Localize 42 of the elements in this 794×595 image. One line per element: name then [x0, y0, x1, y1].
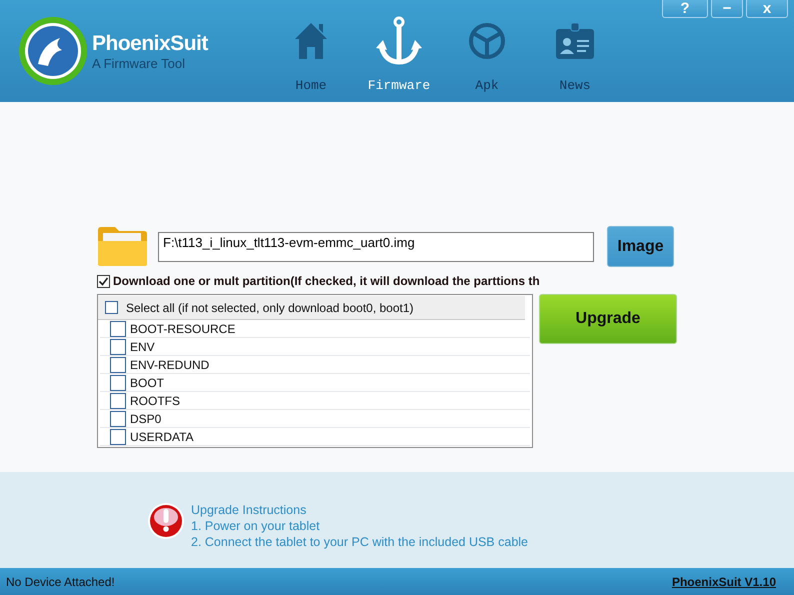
version-link[interactable]: PhoenixSuit V1.10 — [672, 574, 776, 588]
upgrade-button[interactable]: Upgrade — [539, 294, 677, 344]
instruction-step: 1. Power on your tablet — [191, 518, 528, 534]
checkbox[interactable] — [110, 392, 126, 408]
instructions-title: Upgrade Instructions — [191, 502, 308, 518]
partition-name: ENV-REDUND — [130, 358, 210, 372]
close-button[interactable]: x — [746, 0, 788, 18]
checkbox-label: Download one or mult partition(If checked, it will download the parttions th — [113, 274, 540, 288]
help-button[interactable]: ? — [662, 0, 708, 18]
checkbox[interactable] — [110, 428, 126, 444]
checkbox[interactable] — [110, 320, 126, 336]
select-all-label: Select all (if not selected, only download boot0, boot1) — [126, 300, 414, 314]
nav-tab[interactable]: Firmware — [356, 0, 442, 102]
circle-icon — [468, 22, 506, 60]
nav-tab[interactable]: Home — [268, 0, 354, 102]
instruction-step: 2. Connect the tablet to your PC with the included USB cable — [191, 534, 528, 550]
minimize-button[interactable]: − — [711, 0, 743, 18]
checkbox[interactable] — [110, 374, 126, 390]
partition-name: BOOT — [130, 376, 164, 390]
nav-tab[interactable]: News — [532, 0, 618, 102]
partition-name: USERDATA — [130, 430, 194, 444]
app-name: PhoenixSuit — [92, 32, 208, 56]
checkbox[interactable] — [110, 410, 126, 426]
warning-icon — [147, 502, 185, 540]
image-button[interactable]: Image — [607, 226, 674, 267]
app-subtitle: A Firmware Tool — [92, 56, 186, 70]
partition-name: DSP0 — [130, 412, 162, 426]
checkbox[interactable] — [105, 301, 118, 314]
partition-name: BOOT-RESOURCE — [130, 322, 236, 336]
id-card-icon — [554, 21, 596, 61]
partition-name: ENV — [130, 340, 155, 354]
anchor-icon — [375, 16, 423, 66]
checkbox[interactable] — [110, 356, 126, 372]
status-message: No Device Attached! — [6, 574, 115, 588]
image-path-field[interactable]: F:\t113_i_linux_tlt113-evm-emmc_uart0.img — [158, 232, 594, 262]
partition-name: ROOTFS — [130, 394, 180, 408]
checkbox[interactable] — [110, 338, 126, 354]
bird-logo-icon — [18, 16, 88, 86]
home-icon — [293, 21, 329, 61]
checkbox[interactable] — [97, 274, 110, 288]
nav-tab[interactable]: Apk — [444, 0, 530, 102]
folder-icon — [97, 226, 148, 267]
